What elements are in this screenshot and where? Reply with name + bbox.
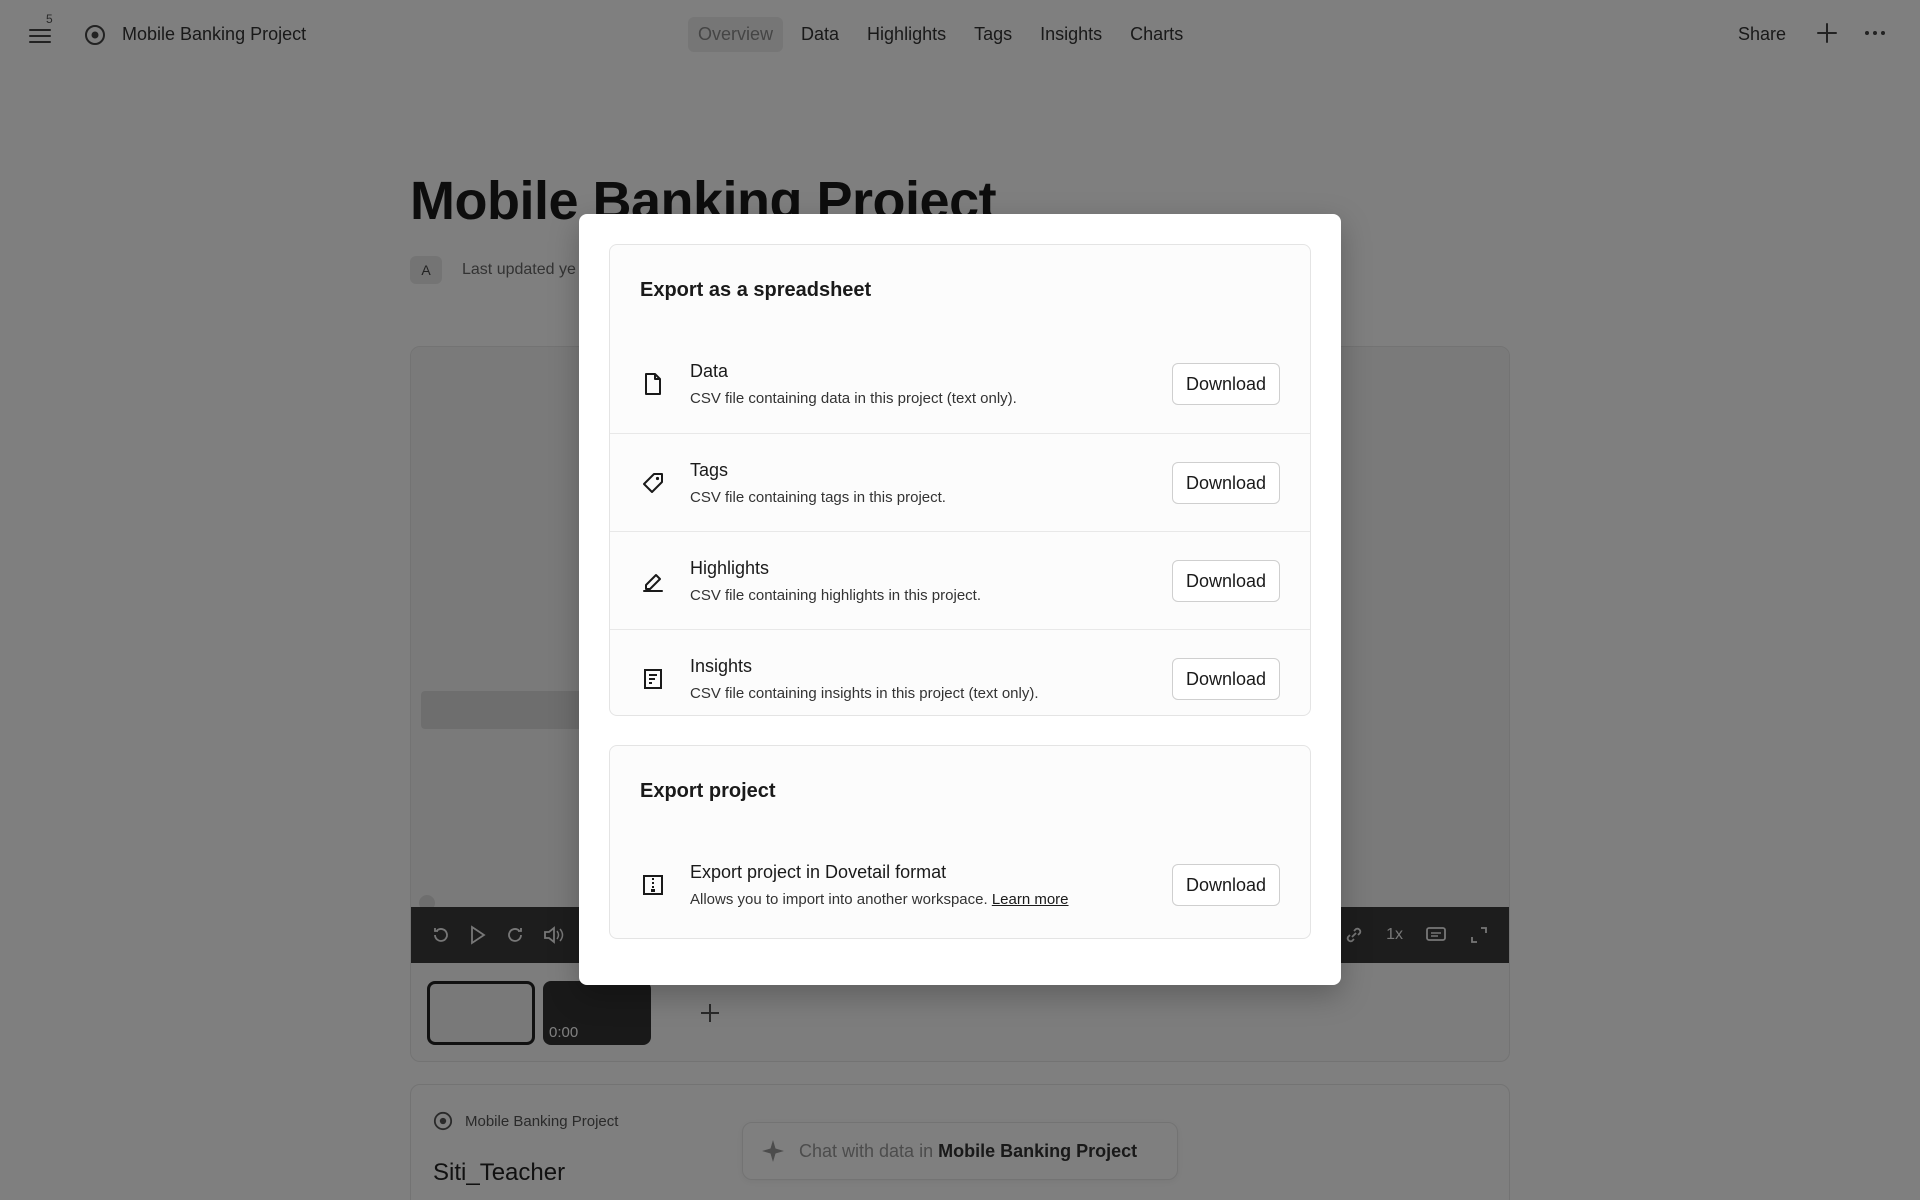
- section-title: Export as a spreadsheet: [640, 279, 872, 301]
- tag-icon: [640, 470, 666, 496]
- highlighter-icon: [640, 568, 666, 594]
- row-description: CSV file containing highlights in this p…: [690, 587, 981, 604]
- row-title: Highlights: [690, 558, 770, 578]
- file-icon: [640, 371, 666, 397]
- project-export-section: Export project Export project in Dovetai…: [609, 745, 1311, 939]
- row-title: Data: [690, 361, 729, 381]
- download-data-button[interactable]: Download: [1172, 363, 1280, 405]
- export-row-project: Export project in Dovetail format Allows…: [610, 836, 1310, 938]
- row-text: Data CSV file containing data in this pr…: [690, 361, 1017, 407]
- row-description: Allows you to import into another worksp…: [690, 891, 1069, 908]
- export-row-data: Data CSV file containing data in this pr…: [610, 335, 1310, 433]
- row-title: Tags: [690, 460, 729, 480]
- insight-doc-icon: [640, 666, 666, 692]
- row-text: Export project in Dovetail format Allows…: [690, 862, 1069, 908]
- row-description: CSV file containing insights in this pro…: [690, 685, 1039, 702]
- export-row-highlights: Highlights CSV file containing highlight…: [610, 531, 1310, 629]
- row-text: Insights CSV file containing insights in…: [690, 656, 1039, 702]
- row-text: Highlights CSV file containing highlight…: [690, 558, 981, 604]
- row-description-text: Allows you to import into another worksp…: [690, 891, 992, 908]
- spreadsheet-export-section: Export as a spreadsheet Data CSV file co…: [609, 244, 1311, 716]
- archive-icon: [640, 872, 666, 898]
- export-row-tags: Tags CSV file containing tags in this pr…: [610, 433, 1310, 531]
- row-title: Export project in Dovetail format: [690, 862, 947, 882]
- export-row-insights: Insights CSV file containing insights in…: [610, 629, 1310, 715]
- row-description: CSV file containing tags in this project…: [690, 489, 946, 506]
- export-modal: Export as a spreadsheet Data CSV file co…: [579, 214, 1341, 985]
- row-title: Insights: [690, 656, 753, 676]
- download-highlights-button[interactable]: Download: [1172, 560, 1280, 602]
- section-title: Export project: [640, 780, 776, 802]
- learn-more-link[interactable]: Learn more: [992, 891, 1069, 908]
- row-description: CSV file containing data in this project…: [690, 390, 1017, 407]
- download-insights-button[interactable]: Download: [1172, 658, 1280, 700]
- row-text: Tags CSV file containing tags in this pr…: [690, 460, 946, 506]
- download-tags-button[interactable]: Download: [1172, 462, 1280, 504]
- download-project-button[interactable]: Download: [1172, 864, 1280, 906]
